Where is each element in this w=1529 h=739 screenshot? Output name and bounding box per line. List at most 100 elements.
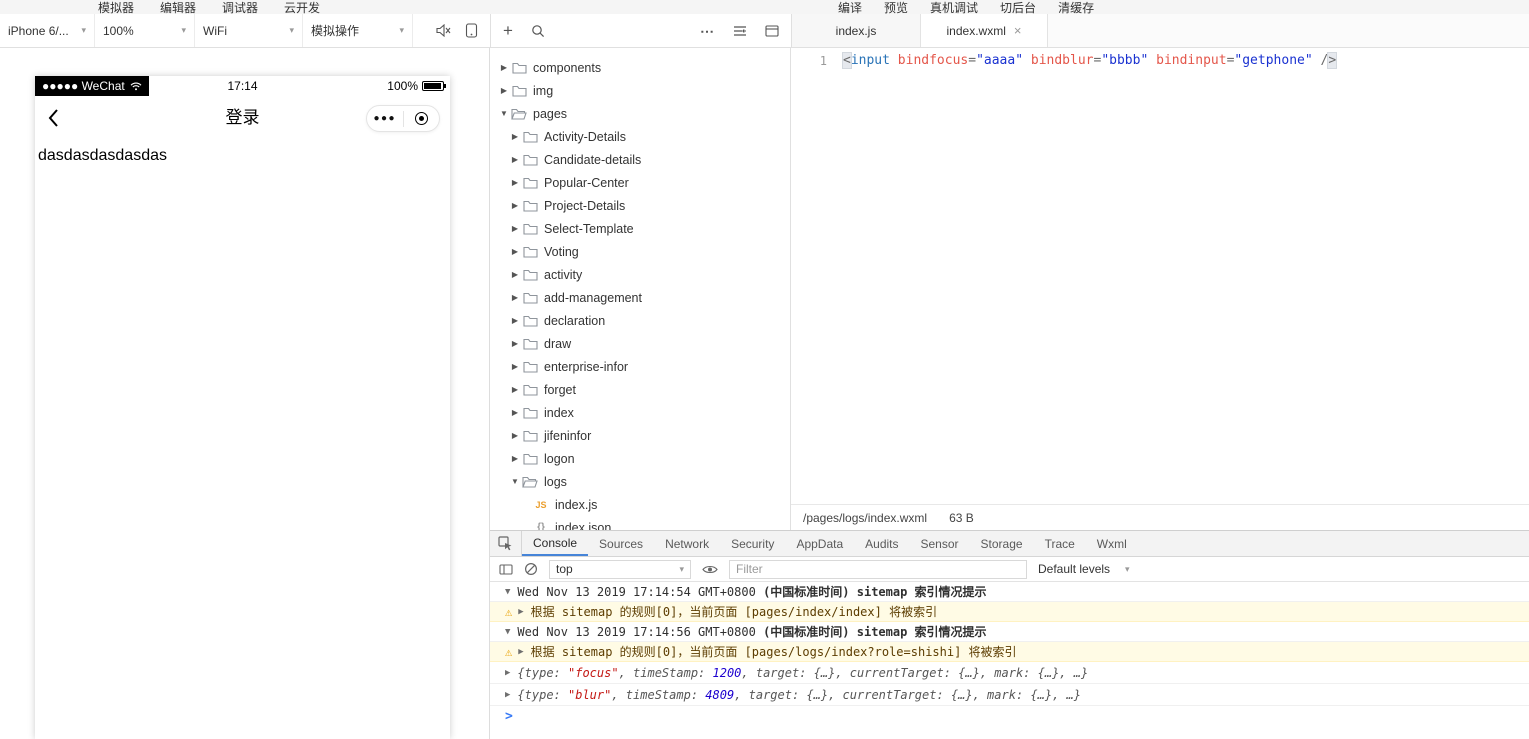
debugger-tab-sensor[interactable]: Sensor xyxy=(910,531,970,556)
tree-item-img[interactable]: ▶ img xyxy=(490,79,790,102)
chevron-right-icon[interactable]: ▶ xyxy=(509,247,521,256)
tree-item-jifeninfor[interactable]: ▶ jifeninfor xyxy=(490,424,790,447)
menu-item-debugger[interactable]: 调试器 xyxy=(222,0,258,14)
tree-item-pages[interactable]: ▼ pages xyxy=(490,102,790,125)
clear-console-icon[interactable] xyxy=(524,562,538,576)
chevron-right-icon[interactable]: ▶ xyxy=(509,339,521,348)
debugger-tab-network[interactable]: Network xyxy=(654,531,720,556)
console-filter-input[interactable] xyxy=(729,559,1027,579)
tree-item-activity[interactable]: ▶ activity xyxy=(490,263,790,286)
console-warning-message[interactable]: ⚠ ▶ 根据 sitemap 的规则[0]，当前页面 [pages/logs/ind… xyxy=(490,642,1529,662)
close-icon[interactable]: × xyxy=(1014,23,1022,38)
menu-item-cloud-dev[interactable]: 云开发 xyxy=(284,0,320,14)
tree-item-declaration[interactable]: ▶ declaration xyxy=(490,309,790,332)
network-select[interactable]: WiFi ▾ xyxy=(195,14,303,47)
chevron-right-icon[interactable]: ▶ xyxy=(509,132,521,141)
menu-item-compile[interactable]: 编译 xyxy=(838,0,862,14)
console-prompt-row[interactable]: > xyxy=(490,706,1529,726)
tree-item-add-management[interactable]: ▶ add-management xyxy=(490,286,790,309)
capsule-exit-button[interactable] xyxy=(404,112,440,125)
tree-item-select-template[interactable]: ▶ Select-Template xyxy=(490,217,790,240)
chevron-right-icon[interactable]: ▶ xyxy=(505,690,510,700)
chevron-right-icon[interactable]: ▶ xyxy=(509,178,521,187)
tree-item-label: logs xyxy=(544,474,567,489)
tree-item-logs[interactable]: ▼ logs xyxy=(490,470,790,493)
console-object-message[interactable]: ▶ {type: "blur", timeStamp: 4809, target:… xyxy=(490,684,1529,706)
live-expression-eye-icon[interactable] xyxy=(702,564,718,575)
menu-item-real-device-debug[interactable]: 真机调试 xyxy=(930,0,978,14)
capsule-more-button[interactable]: ●●● xyxy=(367,113,403,124)
chevron-right-icon[interactable]: ▶ xyxy=(509,385,521,394)
search-icon[interactable] xyxy=(531,24,545,38)
console-sidebar-icon[interactable] xyxy=(499,563,513,575)
tree-item-index.js[interactable]: JS index.js xyxy=(490,493,790,516)
back-button[interactable] xyxy=(47,108,59,128)
console-prompt-chevron[interactable]: > xyxy=(505,709,513,724)
mute-icon[interactable] xyxy=(436,24,451,37)
chevron-down-icon[interactable]: ▼ xyxy=(509,477,521,486)
execution-context-select[interactable]: top ▾ xyxy=(549,559,691,579)
file-tab-index.js[interactable]: index.js xyxy=(792,14,920,47)
editor-layout-icon[interactable] xyxy=(765,24,779,37)
chevron-right-icon[interactable]: ▶ xyxy=(509,224,521,233)
tree-item-index[interactable]: ▶ index xyxy=(490,401,790,424)
tree-item-components[interactable]: ▶ components xyxy=(490,56,790,79)
debugger-tab-appdata[interactable]: AppData xyxy=(785,531,854,556)
file-list-icon[interactable] xyxy=(733,25,747,37)
file-tab-index.wxml[interactable]: index.wxml × xyxy=(920,14,1048,47)
code-editor[interactable]: 1 <input bindfocus="aaaa" bindblur="bbbb… xyxy=(791,48,1529,504)
log-levels-select[interactable]: Default levels ▾ xyxy=(1038,562,1130,576)
tree-item-index.json[interactable]: {} index.json xyxy=(490,516,790,531)
menu-item-simulator[interactable]: 模拟器 xyxy=(98,0,134,14)
console-object-message[interactable]: ▶ {type: "focus", timeStamp: 1200, target… xyxy=(490,662,1529,684)
debugger-tab-audits[interactable]: Audits xyxy=(854,531,909,556)
console-group-message[interactable]: ▼ Wed Nov 13 2019 17:14:56 GMT+0800 (中国标准… xyxy=(490,622,1529,642)
chevron-right-icon[interactable]: ▶ xyxy=(509,155,521,164)
chevron-right-icon[interactable]: ▶ xyxy=(509,431,521,440)
menu-item-editor[interactable]: 编辑器 xyxy=(160,0,196,14)
chevron-right-icon[interactable]: ▶ xyxy=(498,63,510,72)
chevron-right-icon[interactable]: ▶ xyxy=(509,293,521,302)
debugger-tab-trace[interactable]: Trace xyxy=(1034,531,1086,556)
simulate-action-select[interactable]: 模拟操作 ▾ xyxy=(303,14,413,47)
chevron-right-icon[interactable]: ▶ xyxy=(518,647,523,657)
chevron-right-icon[interactable]: ▶ xyxy=(509,408,521,417)
rotate-device-icon[interactable] xyxy=(465,23,478,38)
chevron-right-icon[interactable]: ▶ xyxy=(509,316,521,325)
debugger-tab-wxml[interactable]: Wxml xyxy=(1086,531,1138,556)
chevron-down-icon[interactable]: ▼ xyxy=(505,627,510,637)
tree-item-popular-center[interactable]: ▶ Popular-Center xyxy=(490,171,790,194)
menu-item-switch-background[interactable]: 切后台 xyxy=(1000,0,1036,14)
chevron-right-icon[interactable]: ▶ xyxy=(509,201,521,210)
chevron-right-icon[interactable]: ▶ xyxy=(518,607,523,617)
console-group-message[interactable]: ▼ Wed Nov 13 2019 17:14:54 GMT+0800 (中国标准… xyxy=(490,582,1529,602)
chevron-right-icon[interactable]: ▶ xyxy=(509,362,521,371)
device-select[interactable]: iPhone 6/... ▾ xyxy=(0,14,95,47)
tree-item-project-details[interactable]: ▶ Project-Details xyxy=(490,194,790,217)
chevron-down-icon[interactable]: ▼ xyxy=(505,587,510,597)
console-warning-message[interactable]: ⚠ ▶ 根据 sitemap 的规则[0]，当前页面 [pages/index/in… xyxy=(490,602,1529,622)
add-file-icon[interactable]: + xyxy=(503,22,513,39)
debugger-tab-storage[interactable]: Storage xyxy=(970,531,1034,556)
tree-item-forget[interactable]: ▶ forget xyxy=(490,378,790,401)
more-icon[interactable]: ⋯ xyxy=(700,24,715,38)
zoom-select[interactable]: 100% ▾ xyxy=(95,14,195,47)
chevron-down-icon[interactable]: ▼ xyxy=(498,109,510,118)
tree-item-enterprise-infor[interactable]: ▶ enterprise-infor xyxy=(490,355,790,378)
debugger-tab-security[interactable]: Security xyxy=(720,531,785,556)
menu-item-preview[interactable]: 预览 xyxy=(884,0,908,14)
tree-item-activity-details[interactable]: ▶ Activity-Details xyxy=(490,125,790,148)
chevron-right-icon[interactable]: ▶ xyxy=(505,668,510,678)
message-token: , target: {…}, currentTarget: {…}, mark:… xyxy=(741,665,1089,680)
debugger-tab-console[interactable]: Console xyxy=(522,531,589,556)
tree-item-logon[interactable]: ▶ logon xyxy=(490,447,790,470)
menu-item-clear-cache[interactable]: 清缓存 xyxy=(1058,0,1094,14)
debugger-tab-sources[interactable]: Sources xyxy=(588,531,654,556)
chevron-right-icon[interactable]: ▶ xyxy=(509,270,521,279)
chevron-right-icon[interactable]: ▶ xyxy=(498,86,510,95)
tree-item-candidate-details[interactable]: ▶ Candidate-details xyxy=(490,148,790,171)
tree-item-voting[interactable]: ▶ Voting xyxy=(490,240,790,263)
inspect-element-icon[interactable] xyxy=(490,531,522,556)
chevron-right-icon[interactable]: ▶ xyxy=(509,454,521,463)
tree-item-draw[interactable]: ▶ draw xyxy=(490,332,790,355)
